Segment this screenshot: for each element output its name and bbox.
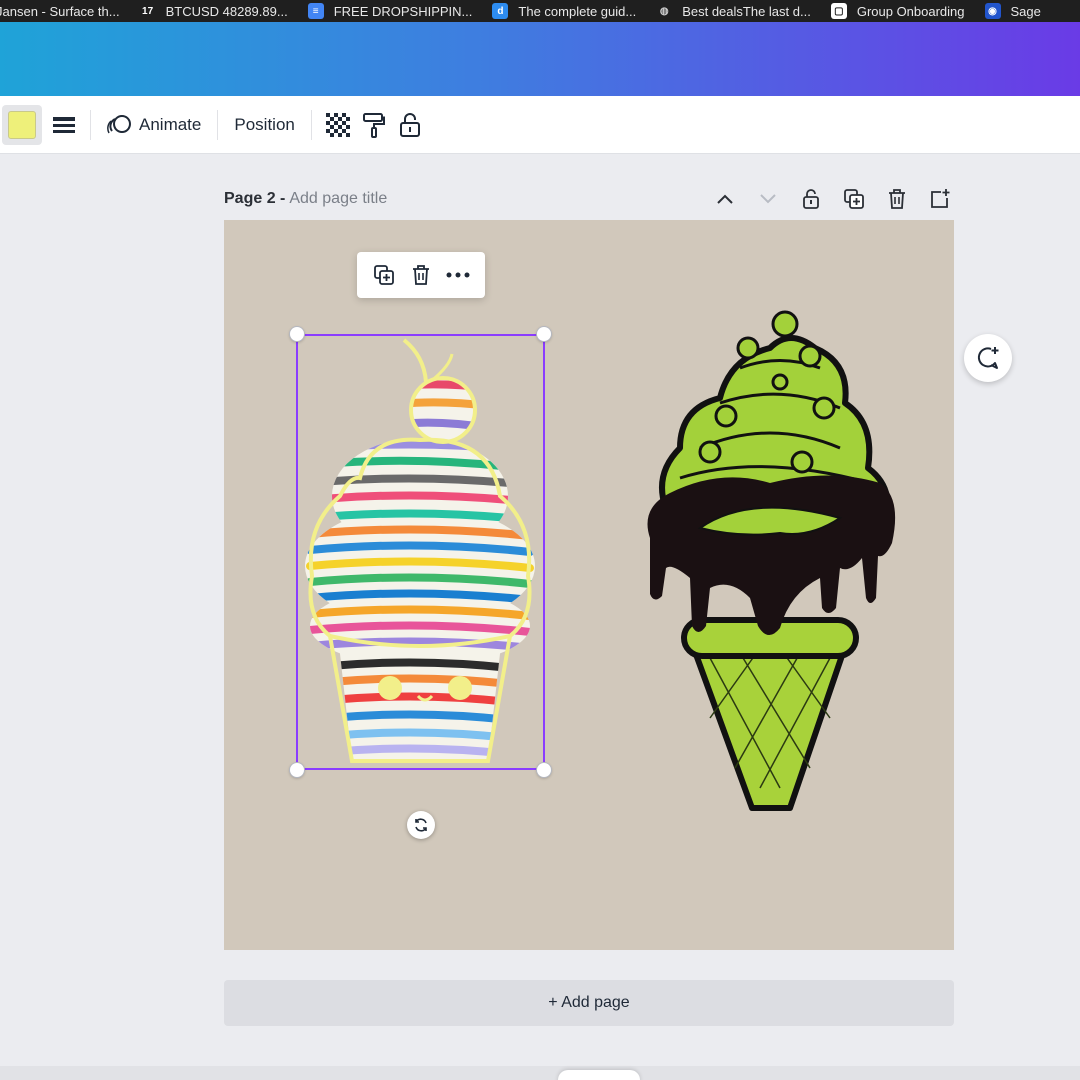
page-number-label: Page 2 - xyxy=(224,190,286,207)
bookmark-label: Jansen - Surface th... xyxy=(0,3,120,19)
page-title-input[interactable]: Add page title xyxy=(289,190,387,208)
lock-page-button[interactable] xyxy=(797,185,825,213)
bookmark-label: BTCUSD 48289.89... xyxy=(165,3,288,19)
bookmark-item[interactable]: ◉ Sage xyxy=(984,3,1041,19)
more-horizontal-icon xyxy=(446,272,470,278)
color-swatch xyxy=(8,110,36,139)
unlock-icon xyxy=(803,189,819,209)
unlock-icon xyxy=(399,112,420,137)
animate-button[interactable]: Animate xyxy=(99,107,209,143)
google-doc-icon: ≡ xyxy=(307,3,324,19)
resize-handle-top-left[interactable] xyxy=(290,327,304,341)
add-page-label: + Add page xyxy=(548,994,630,1011)
lime-ice-cream-cone-illustration[interactable] xyxy=(640,308,902,814)
bookmark-item[interactable]: Jansen - Surface th... xyxy=(0,4,120,19)
transparency-button[interactable] xyxy=(320,107,356,143)
bookmark-label: Group Onboarding xyxy=(856,3,965,19)
bookmark-label: The complete guid... xyxy=(518,3,637,19)
group-icon: ▢ xyxy=(830,3,847,19)
trash-icon xyxy=(889,189,905,209)
move-page-down-button[interactable] xyxy=(754,185,782,213)
page-header: Page 2 - Add page title xyxy=(224,184,954,214)
animate-label: Animate xyxy=(139,114,202,134)
bookmarks-bar: Jansen - Surface th... 17 BTCUSD 48289.8… xyxy=(0,0,1080,22)
add-comment-button[interactable] xyxy=(964,334,1012,382)
delete-page-button[interactable] xyxy=(883,185,911,213)
paint-roller-icon xyxy=(362,112,385,138)
element-context-menu xyxy=(357,252,485,298)
duplicate-page-button[interactable] xyxy=(840,185,868,213)
page-actions xyxy=(696,184,954,214)
transparency-icon xyxy=(325,112,350,137)
toolbar-divider xyxy=(217,109,219,140)
resize-handle-top-right[interactable] xyxy=(537,327,551,341)
rotate-icon xyxy=(415,818,427,832)
lock-button[interactable] xyxy=(392,107,428,143)
trash-icon xyxy=(412,265,429,285)
globe-icon: ◍ xyxy=(659,5,669,17)
bottom-bar xyxy=(0,1066,1080,1080)
toolbar-divider xyxy=(90,109,91,140)
copy-style-button[interactable] xyxy=(356,107,392,143)
bookmark-label: Best dealsThe last d... xyxy=(682,3,811,19)
duplicate-element-button[interactable] xyxy=(368,259,400,291)
zoom-control[interactable] xyxy=(558,1070,640,1080)
border-weight-icon xyxy=(53,116,75,133)
duplicate-icon xyxy=(844,189,864,209)
rotate-handle[interactable] xyxy=(407,811,435,839)
color-picker-button[interactable] xyxy=(2,104,42,145)
add-page-after-button[interactable] xyxy=(926,185,954,213)
position-label: Position xyxy=(234,114,295,134)
border-style-button[interactable] xyxy=(46,107,82,143)
chevron-down-icon xyxy=(760,194,776,204)
add-comment-icon xyxy=(977,347,999,369)
selection-box xyxy=(296,334,545,770)
tradingview-icon: 17 xyxy=(142,5,154,17)
editor-toolbar: Animate Position xyxy=(0,96,1080,154)
add-page-icon xyxy=(931,189,950,208)
move-page-up-button[interactable] xyxy=(711,185,739,213)
add-page-button[interactable]: + Add page xyxy=(224,980,954,1026)
toolbar-divider xyxy=(310,109,312,140)
position-button[interactable]: Position xyxy=(226,107,302,143)
chevron-up-icon xyxy=(717,194,733,204)
animate-icon xyxy=(107,114,131,133)
bookmark-item[interactable]: 17 BTCUSD 48289.89... xyxy=(140,3,288,19)
delete-element-button[interactable] xyxy=(405,259,437,291)
bookmark-label: Sage xyxy=(1010,3,1041,19)
bookmark-item[interactable]: ◍ Best dealsThe last d... xyxy=(656,3,811,19)
more-options-button[interactable] xyxy=(442,259,474,291)
duplicate-icon xyxy=(373,265,394,285)
resize-handle-bottom-right[interactable] xyxy=(537,763,551,777)
resize-handle-bottom-left[interactable] xyxy=(290,763,304,777)
editor-header xyxy=(0,22,1080,96)
doc-blue-icon: d xyxy=(492,3,509,19)
bookmark-item[interactable]: d The complete guid... xyxy=(492,3,636,19)
bookmark-item[interactable]: ≡ FREE DROPSHIPPIN... xyxy=(307,3,473,19)
bookmark-item[interactable]: ▢ Group Onboarding xyxy=(830,3,965,19)
sage-icon: ◉ xyxy=(984,3,1001,19)
bookmark-label: FREE DROPSHIPPIN... xyxy=(333,3,473,19)
